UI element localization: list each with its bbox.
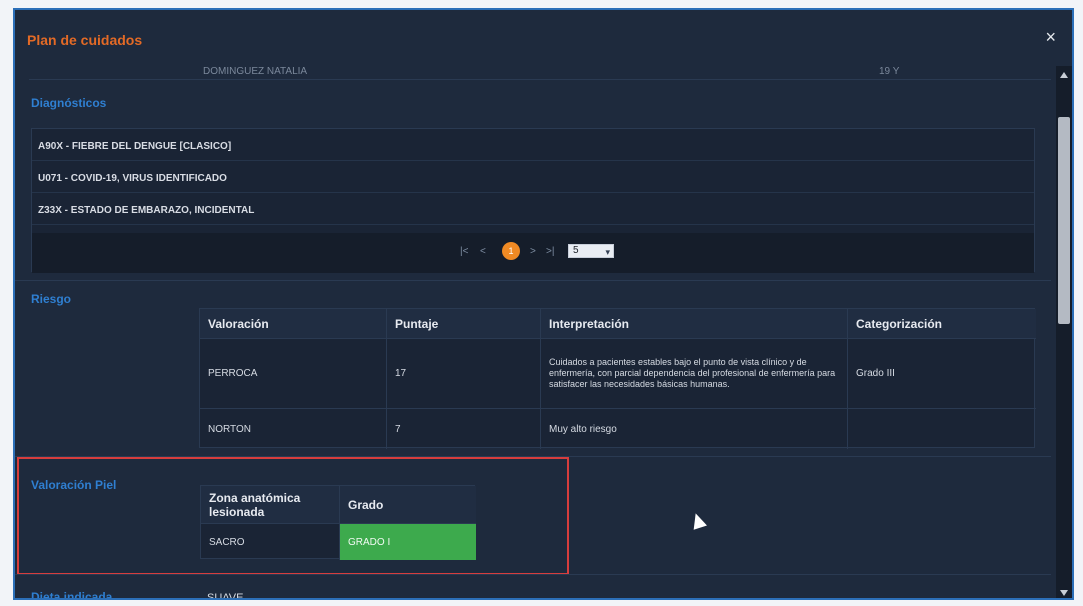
current-page-button[interactable]: 1: [502, 242, 520, 260]
patient-age: 19 Y: [879, 66, 900, 77]
chevron-down-icon: ▾: [605, 247, 610, 257]
patient-strip: DOMINGUEZ NATALIA 19 Y: [15, 66, 1051, 80]
diagnosis-item[interactable]: U071 - COVID-19, VIRUS IDENTIFICADO: [32, 161, 1034, 193]
risk-header-categorizacion: Categorización: [848, 309, 1036, 339]
risk-row-norton-valoracion: NORTON: [200, 409, 387, 449]
vertical-scrollbar[interactable]: [1056, 66, 1072, 598]
skin-row-zona: SACRO: [201, 524, 340, 560]
page-size-select[interactable]: 5 ▾: [568, 244, 614, 258]
risk-header-valoracion: Valoración: [200, 309, 387, 339]
dieta-value: SUAVE: [207, 592, 244, 600]
dieta-title: Dieta indicada: [31, 590, 113, 600]
risk-row-perroca-interpretacion: Cuidados a pacientes estables bajo el pu…: [541, 339, 848, 409]
diagnosis-pagination: |< < 1 > >| 5 ▾: [32, 233, 1034, 273]
first-page-button[interactable]: |<: [460, 246, 468, 257]
diagnosis-item[interactable]: Z33X - ESTADO DE EMBARAZO, INCIDENTAL: [32, 193, 1034, 225]
care-plan-modal: Plan de cuidados × DOMINGUEZ NATALIA 19 …: [13, 8, 1074, 600]
risk-header-puntaje: Puntaje: [387, 309, 541, 339]
risk-table: Valoración Puntaje Interpretación Catego…: [199, 308, 1036, 449]
close-icon[interactable]: ×: [1045, 28, 1056, 46]
modal-title: Plan de cuidados: [27, 32, 143, 48]
last-page-button[interactable]: >|: [546, 246, 554, 257]
diagnosis-item[interactable]: A90X - FIEBRE DEL DENGUE [CLASICO]: [32, 129, 1034, 161]
scroll-up-icon[interactable]: [1060, 72, 1068, 78]
skin-header-zona: Zona anatómica lesionada: [201, 486, 340, 524]
section-divider: [15, 574, 1051, 575]
risk-row-norton-categorizacion: [848, 409, 1036, 449]
patient-name: DOMINGUEZ NATALIA: [203, 66, 308, 77]
scroll-down-icon[interactable]: [1060, 590, 1068, 596]
scrollbar-thumb[interactable]: [1058, 117, 1070, 324]
skin-assessment-table: Zona anatómica lesionada Grado SACRO GRA…: [200, 485, 476, 560]
riesgo-title: Riesgo: [31, 292, 72, 306]
risk-row-norton-interpretacion: Muy alto riesgo: [541, 409, 848, 449]
risk-row-norton-puntaje: 7: [387, 409, 541, 449]
diagnosticos-title: Diagnósticos: [31, 96, 107, 110]
skin-header-grado: Grado: [340, 486, 476, 524]
risk-header-interpretacion: Interpretación: [541, 309, 848, 339]
risk-row-perroca-valoracion: PERROCA: [200, 339, 387, 409]
valoracion-piel-title: Valoración Piel: [31, 478, 117, 492]
previous-page-button[interactable]: <: [480, 246, 486, 257]
skin-row-grado-badge: GRADO I: [340, 524, 476, 560]
modal-content: DOMINGUEZ NATALIA 19 Y Diagnósticos A90X…: [15, 66, 1051, 600]
risk-row-perroca-categorizacion: Grado III: [848, 339, 1036, 409]
diagnostics-list: A90X - FIEBRE DEL DENGUE [CLASICO] U071 …: [31, 128, 1035, 273]
next-page-button[interactable]: >: [530, 246, 536, 257]
page-size-value: 5: [573, 245, 579, 256]
modal-header: Plan de cuidados ×: [15, 10, 1072, 66]
section-divider: [15, 280, 1051, 281]
risk-row-perroca-puntaje: 17: [387, 339, 541, 409]
